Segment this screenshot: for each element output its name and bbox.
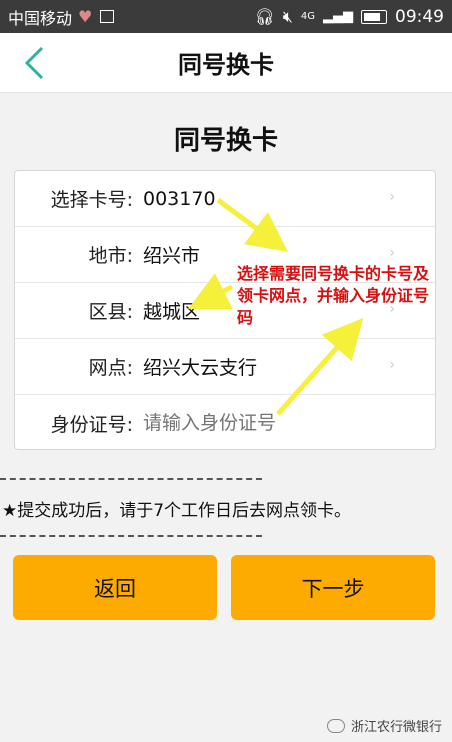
id-number-input[interactable] (143, 412, 343, 434)
branch-row[interactable]: 网点: 绍兴大云支行 › (15, 339, 435, 395)
image-icon (100, 10, 115, 23)
clock: 09:49 (395, 6, 444, 27)
divider-top (0, 478, 262, 480)
page-title: 同号换卡 (178, 51, 274, 79)
status-right: 🎧︎ 🔇︎ 4G ▂▄▆ 09:49 (254, 7, 444, 27)
card-number-value: 003170 (143, 187, 216, 210)
chevron-right-icon: › (389, 245, 395, 261)
watermark: 浙江农行微银行 (326, 716, 442, 735)
chevron-right-icon: › (389, 189, 395, 205)
mute-icon: 🔇︎ (282, 6, 293, 26)
city-label: 地市: (88, 245, 133, 267)
branch-label: 网点: (88, 357, 133, 379)
heart-icon: ♥ (78, 7, 93, 26)
card-number-row[interactable]: 选择卡号: 003170 › (15, 171, 435, 227)
id-number-row: 身份证号: (15, 395, 435, 451)
form-heading: 同号换卡 (173, 126, 278, 156)
carrier-name: 中国移动 (8, 8, 73, 28)
chevron-right-icon: › (389, 357, 395, 373)
city-value: 绍兴市 (143, 245, 201, 267)
network-type: 4G (300, 11, 315, 22)
signal-icon: ▂▄▆ (323, 9, 353, 24)
district-label: 区县: (88, 301, 133, 323)
divider-bottom (0, 535, 262, 537)
card-number-label: 选择卡号: (50, 189, 133, 211)
battery-icon (361, 9, 387, 24)
branch-value: 绍兴大云支行 (143, 357, 258, 379)
headphones-icon: 🎧︎ (254, 7, 275, 26)
chevron-left-icon[interactable] (20, 45, 50, 81)
back-button[interactable]: 返回 (13, 555, 217, 620)
watermark-text: 浙江农行微银行 (350, 720, 442, 735)
id-number-label: 身份证号: (50, 413, 133, 436)
annotation-text: 选择需要同号换卡的卡号及领卡网点，并输入身份证号码 (237, 264, 430, 327)
next-button[interactable]: 下一步 (231, 555, 435, 620)
wechat-icon (326, 718, 345, 733)
notice-text: ★提交成功后，请于7个工作日后去网点领卡。 (2, 501, 352, 521)
nav-bar: 同号换卡 (0, 33, 452, 93)
district-value: 越城区 (143, 301, 201, 323)
status-bar: 中国移动 ♥ 🎧︎ 🔇︎ 4G ▂▄▆ 09:49 (0, 0, 452, 33)
